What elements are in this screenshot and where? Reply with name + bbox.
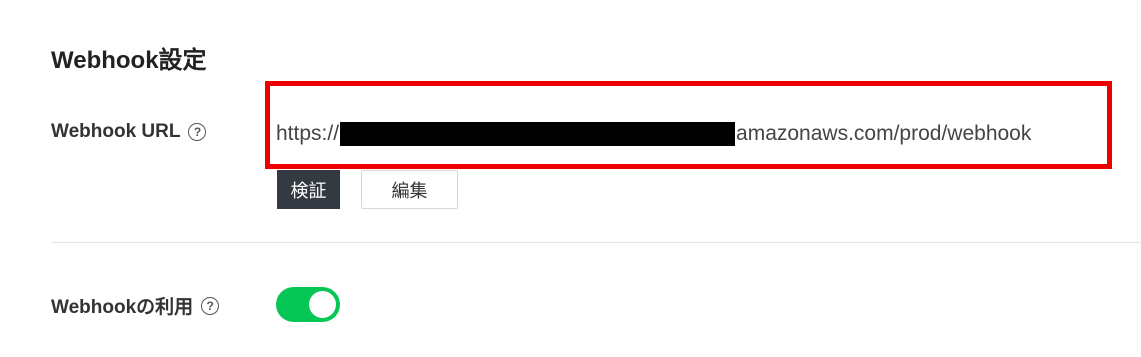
toggle-knob [309, 291, 336, 318]
webhook-settings-page: Webhook設定 Webhook URL ? https:// amazona… [0, 0, 1141, 357]
question-circle-icon[interactable]: ? [188, 123, 207, 141]
webhook-usage-label: Webhookの利用 [51, 297, 194, 318]
edit-button[interactable]: 編集 [361, 170, 458, 209]
webhook-usage-toggle[interactable] [276, 287, 340, 322]
webhook-url-label: Webhook URL [51, 121, 181, 142]
question-circle-icon[interactable]: ? [201, 296, 220, 315]
section-title: Webhook設定 [51, 47, 207, 74]
webhook-usage-label-row: Webhookの利用 ? [51, 292, 220, 319]
webhook-url-label-row: Webhook URL ? [51, 121, 207, 143]
highlight-annotation-box [265, 81, 1112, 169]
section-divider [51, 242, 1141, 243]
verify-button[interactable]: 検証 [277, 170, 340, 209]
